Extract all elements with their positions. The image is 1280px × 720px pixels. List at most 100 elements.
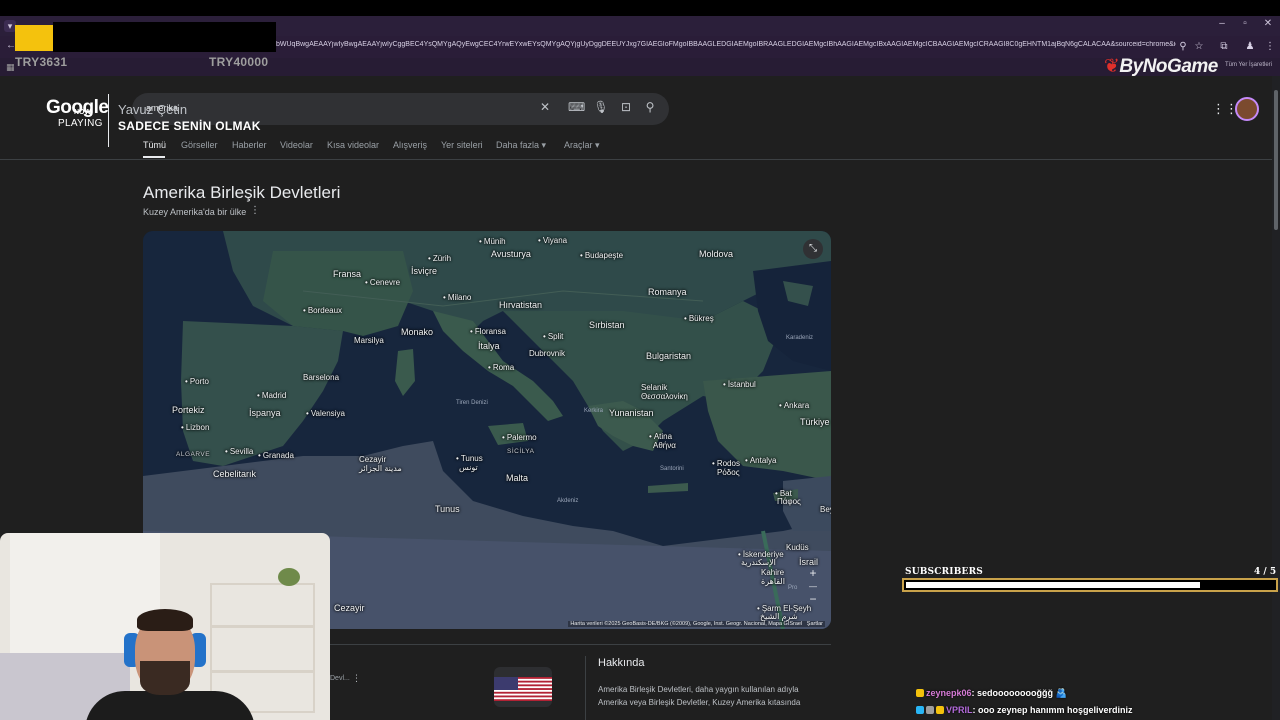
tab-tools[interactable]: Araçlar ▾ xyxy=(564,140,600,151)
now-playing-logo: Google NOW PLAYING xyxy=(40,93,110,147)
map-label: Monako xyxy=(401,327,434,337)
minimize-icon[interactable]: – xyxy=(1212,18,1232,29)
map-label: Kahire xyxy=(761,568,785,577)
map-label: Split xyxy=(543,332,564,341)
menu-dots-icon[interactable]: ⋮ xyxy=(1263,41,1277,52)
zoom-in-icon[interactable]: + xyxy=(803,567,823,580)
tab-news[interactable]: Haberler xyxy=(232,140,267,150)
map-label: Portekiz xyxy=(172,405,205,415)
chat-username: VPRIL xyxy=(946,705,973,715)
us-flag-icon xyxy=(494,677,552,701)
flame-icon: ❦ xyxy=(1104,56,1120,77)
map-label: SİCİLYA xyxy=(507,448,535,455)
map-label: Sırbistan xyxy=(589,320,625,330)
close-window-icon[interactable]: ✕ xyxy=(1258,18,1278,29)
search-icon[interactable]: ⚲ xyxy=(642,100,658,118)
chat-text: : sedooooooooğğğ 🫂 xyxy=(971,688,1067,698)
map-label: Ρόδος xyxy=(717,468,740,477)
url-text[interactable]: bWUqBwgAEAAYjwIyBwgAEAAYjwIyCggBEC4YsQMY… xyxy=(276,41,1176,53)
expand-map-icon[interactable]: ⤡ xyxy=(803,239,823,259)
clear-search-icon[interactable]: ✕ xyxy=(537,100,553,118)
map-label: شرم الشيخ xyxy=(760,612,798,621)
map-label: Ankara xyxy=(779,401,809,410)
avatar[interactable] xyxy=(1235,97,1259,121)
map-label: Milano xyxy=(443,293,472,302)
map-label: Θεσσαλονίκη xyxy=(641,392,688,401)
about-text: Amerika Birleşik Devletleri, daha yaygın… xyxy=(598,685,801,707)
map-label: İsviçre xyxy=(411,266,438,276)
map-label: Münih xyxy=(479,237,506,246)
now-playing-divider xyxy=(108,94,109,147)
subscribers-progress-bar xyxy=(902,578,1278,592)
bookmark-star-icon[interactable]: ☆ xyxy=(1192,41,1206,52)
map-label: ALGARVE xyxy=(176,451,211,458)
all-bookmarks-link[interactable]: Tüm Yer İşaretleri xyxy=(1225,62,1272,68)
overlay-yellow-block xyxy=(15,25,53,51)
restore-icon[interactable]: ▫ xyxy=(1235,18,1255,29)
lens-icon[interactable]: ⊡ xyxy=(618,100,634,118)
tab-web[interactable]: Yer siteleri xyxy=(441,140,483,150)
keyboard-icon[interactable]: ⌨ xyxy=(568,100,585,118)
tab-images[interactable]: Görseller xyxy=(181,140,218,150)
map-label: Porto xyxy=(185,377,209,386)
microphone-icon[interactable]: 🎙 xyxy=(593,100,609,118)
map-label: Tiren Denizi xyxy=(456,400,488,406)
map-label: Roma xyxy=(488,363,514,372)
active-tab-underline xyxy=(143,156,165,158)
us-flag-image[interactable] xyxy=(494,667,552,707)
map-label: Bordeaux xyxy=(303,306,342,315)
map-label: Cebelitarık xyxy=(213,469,257,479)
tab-short-videos[interactable]: Kısa videolar xyxy=(327,140,379,150)
map-label: Romanya xyxy=(648,287,687,297)
map-label: Bükreş xyxy=(684,314,714,323)
more-options-icon[interactable]: ⋮ xyxy=(352,673,361,684)
page-title: Amerika Birleşik Devletleri xyxy=(143,183,341,202)
map-attribution: Harita verileri ©2025 GeoBasis-DE/BKG (©… xyxy=(568,621,825,627)
map-label: Marsilya xyxy=(354,336,384,345)
profile-icon[interactable]: ♟ xyxy=(1243,41,1257,52)
apps-grid-icon[interactable]: ▦ xyxy=(6,62,15,73)
donation-total-left: TRY3631 xyxy=(15,55,68,69)
scrollbar-thumb[interactable] xyxy=(1274,90,1278,230)
map-label: Rodos xyxy=(712,459,740,468)
map-label: تونس xyxy=(459,463,478,472)
map-label: Barselona xyxy=(303,373,340,382)
map-label: Kudüs xyxy=(786,543,809,552)
zoom-icon[interactable]: ⚲ xyxy=(1176,41,1190,52)
map-label: Avusturya xyxy=(491,249,531,259)
map-label: Bey xyxy=(820,505,831,514)
tabs-divider xyxy=(0,159,1272,160)
zoom-out-icon[interactable]: − xyxy=(803,593,823,606)
map-label: Cenevre xyxy=(365,278,400,287)
map-label: Karadeniz xyxy=(786,335,814,341)
now-playing-playing: PLAYING xyxy=(58,118,103,129)
map-label: Yunanistan xyxy=(609,408,654,418)
map-label: İspanya xyxy=(249,408,281,418)
subscribers-count: 4 / 5 xyxy=(1254,567,1277,577)
top-black-bar xyxy=(0,0,1280,16)
map-terms-link[interactable]: Şartlar xyxy=(807,621,823,627)
tab-all[interactable]: Tümü xyxy=(143,140,166,150)
map-label: Granada xyxy=(258,451,294,460)
more-options-icon[interactable]: ⋮ xyxy=(250,205,260,216)
now-playing-now: NOW xyxy=(74,109,92,116)
map-label: Atina xyxy=(649,432,672,441)
map-label: Viyana xyxy=(538,236,567,245)
map-label: Tunus xyxy=(456,454,483,463)
about-heading: Hakkında xyxy=(598,657,645,669)
map-label: Bulgaristan xyxy=(646,351,692,361)
tab-more[interactable]: Daha fazla ▾ xyxy=(496,140,546,151)
bookmarks-bar xyxy=(0,58,1280,76)
truncated-label: Devl... xyxy=(330,675,350,682)
webcam-overlay xyxy=(0,533,330,720)
map-label: القاهرة xyxy=(761,577,785,586)
map-label: Zürih xyxy=(428,254,451,263)
webcam-bg-plant xyxy=(278,568,300,586)
streamer-hair xyxy=(137,609,193,631)
tab-videos[interactable]: Videolar xyxy=(280,140,313,150)
map-label: Valensiya xyxy=(306,409,345,418)
map-label: Antalya xyxy=(745,456,777,465)
tab-shopping[interactable]: Alışveriş xyxy=(393,140,427,150)
extensions-icon[interactable]: ⧉ xyxy=(1217,41,1231,52)
map-label: Tunus xyxy=(435,504,460,514)
